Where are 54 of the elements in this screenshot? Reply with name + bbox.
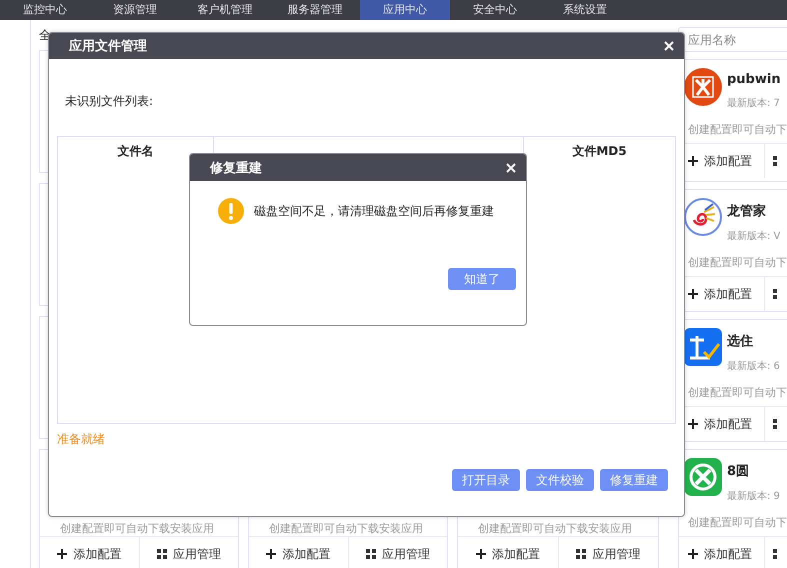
list-label: 未识别文件列表: [65,93,154,110]
grid-icon [576,549,586,559]
grid-icon [773,419,779,429]
card-button[interactable]: 应用管理 [138,537,238,568]
card-description: 创建配置即可自动下载安装应用 [477,522,633,536]
plus-icon [476,549,486,559]
nav-tab[interactable]: 监控中心 [0,0,90,20]
card-button[interactable]: 添加配置 [249,537,348,568]
grid-icon [366,549,376,559]
app-version: 最新版本: 6 [727,360,780,373]
close-icon [664,41,674,51]
card-description: 创建配置即可自动下 [688,122,787,137]
card-button[interactable]: 应用管理 [348,537,447,568]
grid-icon [773,156,779,166]
app-name: 8圆 [727,463,750,480]
plus-icon [688,156,698,166]
column-header: 文件名 [118,142,154,160]
column-header: 文件MD5 [572,142,627,160]
grid-icon [156,549,167,559]
app-name: 选住 [727,333,754,350]
grid-icon [773,549,779,559]
nav-tab[interactable]: 资源管理 [90,0,180,20]
warning-icon [218,198,244,224]
card-description: 创建配置即可自动下载安装应用 [268,522,424,536]
nav-tab[interactable]: 系统设置 [540,0,630,20]
card-button[interactable]: 应用管理 [558,537,658,568]
dialog-title: 修复重建 [210,160,262,176]
app-version: 最新版本: V [727,230,780,243]
app-version: 最新版本: 7 [727,96,781,110]
plus-icon [688,289,698,299]
alert-message: 磁盘空间不足，请清理磁盘空间后再修复重建 [254,202,494,220]
nav-tab[interactable]: 安全中心 [450,0,540,20]
plus-icon [57,549,68,559]
app-name: pubwin [727,72,781,87]
close-icon [506,162,516,172]
card-button[interactable]: 添加配置 [458,537,558,568]
search-field[interactable]: 应用名称 [678,27,787,52]
plus-icon [688,549,698,559]
plus-icon [266,549,276,559]
nav-tab[interactable]: 服务器管理 [270,0,360,20]
nav-tab[interactable]: 客户机管理 [180,0,270,20]
card-description: 创建配置即可自动下载安装应用 [59,522,215,536]
app-version: 最新版本: 9 [727,490,780,503]
status-text: 准备就绪 [57,431,106,448]
card-description: 创建配置即可自动下 [688,515,787,530]
card-description: 创建配置即可自动下 [688,385,787,400]
nav-tab[interactable]: 应用中心 [360,0,450,20]
app-name: 龙管家 [727,202,767,220]
card-button[interactable]: 添加配置 [679,537,765,568]
grid-icon [773,289,779,299]
card-description: 创建配置即可自动下 [688,255,787,270]
dialog-title: 应用文件管理 [69,38,147,55]
card-button[interactable]: 添加配置 [40,537,138,568]
plus-icon [688,419,698,429]
